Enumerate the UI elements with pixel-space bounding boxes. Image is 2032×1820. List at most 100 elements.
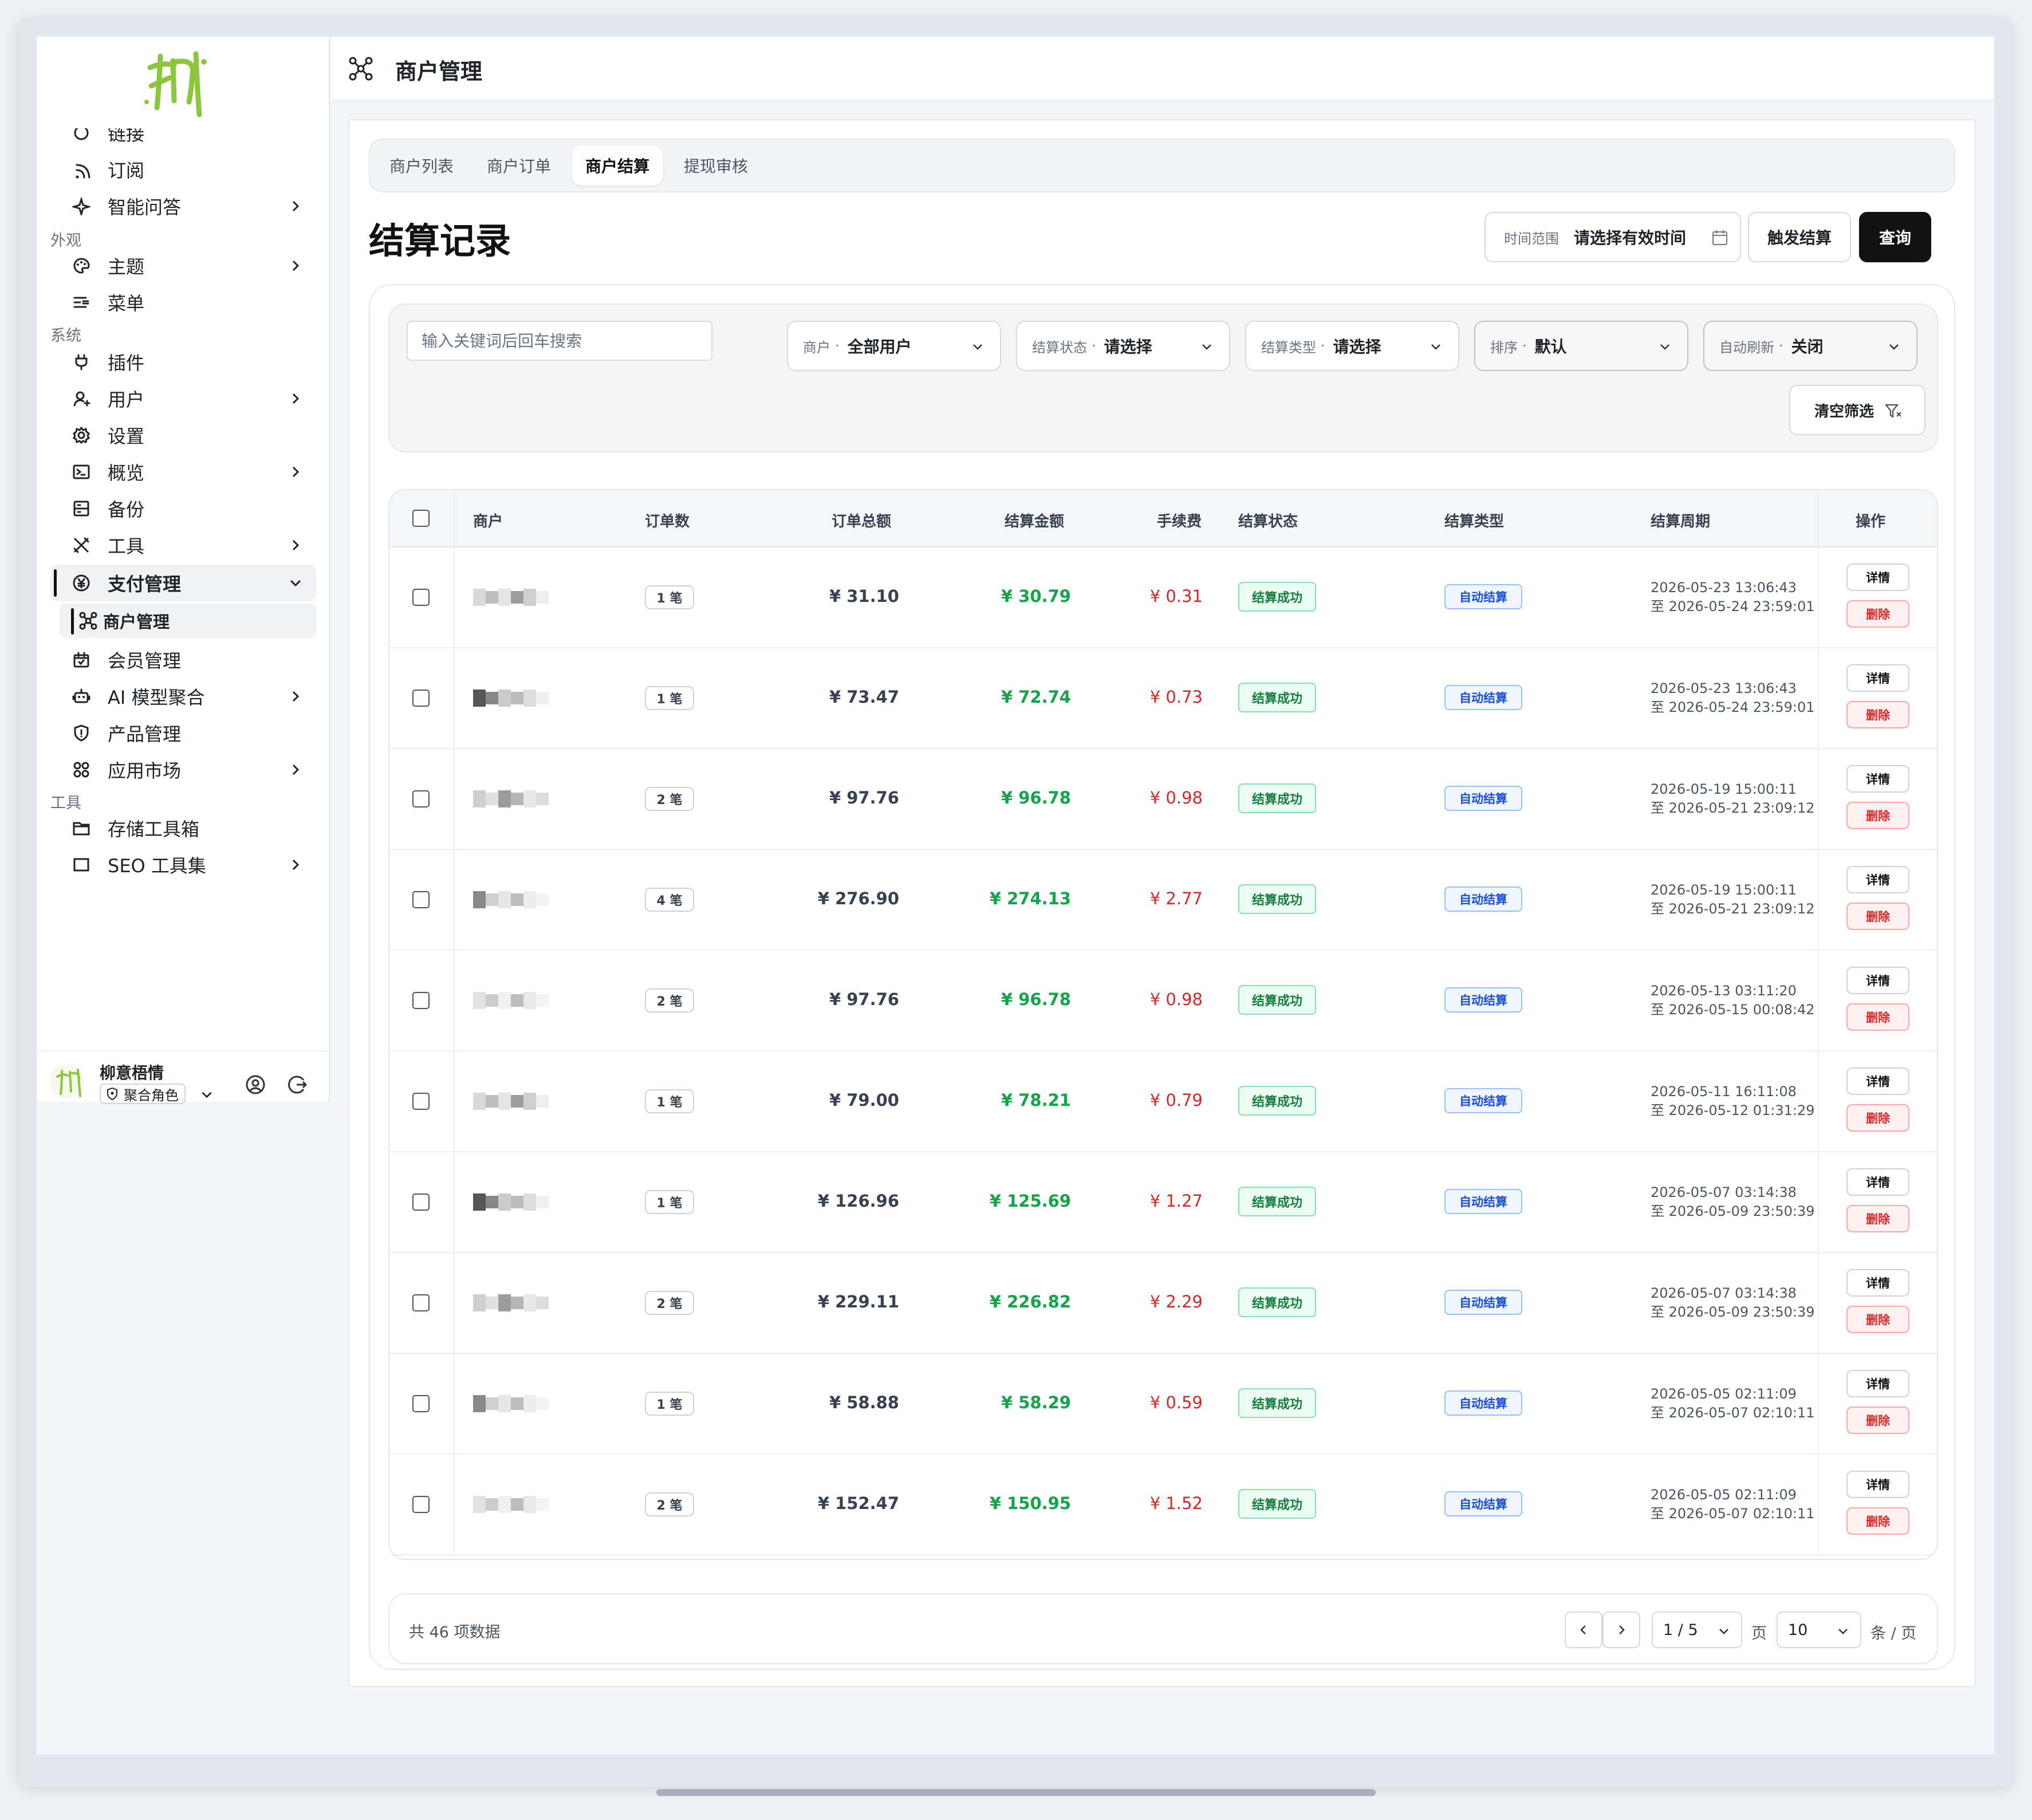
delete-button[interactable]: 删除: [1846, 600, 1909, 628]
delete-button[interactable]: 删除: [1846, 1104, 1909, 1132]
sidebar-item[interactable]: 产品管理: [50, 715, 316, 751]
chevron-down-icon[interactable]: [199, 1087, 214, 1102]
sidebar-item[interactable]: 存储工具箱: [50, 810, 316, 846]
user-circle-icon[interactable]: [244, 1073, 267, 1096]
page-select[interactable]: 1 / 5: [1652, 1612, 1742, 1648]
tab-1[interactable]: 商户订单: [473, 145, 565, 186]
filter-label: 排序: [1490, 339, 1518, 356]
merchant-name-redacted: [473, 589, 549, 606]
column-divider: [454, 951, 455, 1050]
delete-button[interactable]: 删除: [1846, 802, 1909, 829]
content-card: 商户 · 全部用户 结算状态 · 请选择 结算类型 · 请选择 排序 · 默认 …: [369, 284, 1955, 1670]
filter-select-1[interactable]: 结算状态 · 请选择: [1016, 321, 1230, 371]
tab-2[interactable]: 商户结算: [572, 145, 663, 186]
next-page-button[interactable]: [1602, 1612, 1640, 1648]
row-checkbox[interactable]: [412, 1093, 430, 1110]
filter-select-2[interactable]: 结算类型 · 请选择: [1245, 321, 1459, 371]
sidebar-item[interactable]: 插件: [50, 344, 316, 380]
row-checkbox[interactable]: [412, 1193, 430, 1211]
sidebar-item[interactable]: 应用市场: [50, 751, 316, 788]
table-row[interactable]: 2 笔 ¥ 229.11 ¥ 226.82 ¥ 2.29 结算成功 自动结算 2…: [389, 1253, 1937, 1354]
table-row[interactable]: 2 笔 ¥ 97.76 ¥ 96.78 ¥ 0.98 结算成功 自动结算 202…: [389, 951, 1937, 1051]
sidebar-item[interactable]: 用户: [50, 380, 316, 417]
sidebar-subitem[interactable]: 商户管理: [60, 604, 316, 638]
th-fee: 手续费: [1157, 513, 1202, 530]
delete-button[interactable]: 删除: [1846, 1507, 1909, 1535]
detail-button[interactable]: 详情: [1846, 1471, 1909, 1498]
query-button[interactable]: 查询: [1859, 212, 1931, 262]
table-row[interactable]: 1 笔 ¥ 79.00 ¥ 78.21 ¥ 0.79 结算成功 自动结算 202…: [389, 1051, 1937, 1152]
delete-button[interactable]: 删除: [1846, 1407, 1909, 1434]
sidebar-item[interactable]: 备份: [50, 490, 316, 527]
trigger-settlement-button[interactable]: 触发结算: [1748, 212, 1851, 262]
tab-3[interactable]: 提现审核: [670, 145, 762, 186]
row-checkbox[interactable]: [412, 790, 430, 807]
detail-button[interactable]: 详情: [1846, 564, 1909, 591]
detail-button[interactable]: 详情: [1846, 967, 1909, 994]
user-icon: [70, 387, 93, 410]
delete-button[interactable]: 删除: [1846, 1003, 1909, 1031]
filter-select-4[interactable]: 自动刷新 · 关闭: [1703, 321, 1917, 371]
column-divider: [454, 1152, 455, 1252]
sidebar-item[interactable]: AI 模型聚合: [50, 678, 316, 715]
table-row[interactable]: 1 笔 ¥ 31.10 ¥ 30.79 ¥ 0.31 结算成功 自动结算 202…: [389, 547, 1937, 648]
table-row[interactable]: 1 笔 ¥ 58.88 ¥ 58.29 ¥ 0.59 结算成功 自动结算 202…: [389, 1354, 1937, 1455]
sidebar-item[interactable]: 工具: [50, 527, 316, 564]
filter-label: 结算状态: [1032, 339, 1087, 356]
chevron-left-icon: [1580, 1625, 1586, 1634]
logout-icon[interactable]: [286, 1073, 309, 1096]
detail-button[interactable]: 详情: [1846, 1269, 1909, 1297]
row-checkbox[interactable]: [412, 1395, 430, 1412]
sidebar-item[interactable]: 概览: [50, 454, 316, 490]
sidebar-item[interactable]: 会员管理: [50, 641, 316, 678]
row-checkbox[interactable]: [412, 891, 430, 908]
row-checkbox[interactable]: [412, 589, 430, 606]
delete-button[interactable]: 删除: [1846, 1205, 1909, 1232]
delete-button[interactable]: 删除: [1846, 1306, 1909, 1333]
brand-logo[interactable]: [140, 45, 220, 119]
sidebar-item[interactable]: 智能问答: [50, 188, 316, 224]
type-badge: 自动结算: [1444, 1290, 1522, 1315]
detail-button[interactable]: 详情: [1846, 1370, 1909, 1397]
detail-button[interactable]: 详情: [1846, 664, 1909, 692]
table-row[interactable]: 2 笔 ¥ 152.47 ¥ 150.95 ¥ 1.52 结算成功 自动结算 2…: [389, 1455, 1937, 1555]
order-count-pill: 2 笔: [645, 988, 694, 1013]
sidebar-item[interactable]: 设置: [50, 417, 316, 454]
plug-icon: [70, 350, 93, 373]
sidebar-item-seo[interactable]: SEO 工具集: [50, 846, 316, 883]
table-row[interactable]: 1 笔 ¥ 126.96 ¥ 125.69 ¥ 1.27 结算成功 自动结算 2…: [389, 1152, 1937, 1253]
merchant-name-redacted: [473, 992, 549, 1009]
sidebar-item[interactable]: 菜单: [50, 284, 316, 321]
search-input[interactable]: [407, 321, 712, 361]
horizontal-scrollbar[interactable]: [656, 1789, 1376, 1796]
detail-button[interactable]: 详情: [1846, 866, 1909, 893]
sidebar-item-label: 工具: [108, 535, 145, 557]
row-checkbox[interactable]: [412, 992, 430, 1009]
table-row[interactable]: 2 笔 ¥ 97.76 ¥ 96.78 ¥ 0.98 结算成功 自动结算 202…: [389, 749, 1937, 850]
row-checkbox[interactable]: [412, 690, 430, 707]
clear-filters-button[interactable]: 清空筛选: [1789, 385, 1925, 435]
order-count-pill: 1 笔: [645, 1089, 694, 1113]
filter-select-0[interactable]: 商户 · 全部用户: [787, 321, 1001, 371]
row-checkbox[interactable]: [412, 1294, 430, 1311]
sidebar-item[interactable]: 支付管理: [50, 565, 316, 601]
detail-button[interactable]: 详情: [1846, 1168, 1909, 1196]
prev-page-button[interactable]: [1565, 1612, 1602, 1648]
detail-button[interactable]: 详情: [1846, 1067, 1909, 1095]
delete-button[interactable]: 删除: [1846, 701, 1909, 728]
table-row[interactable]: 1 笔 ¥ 73.47 ¥ 72.74 ¥ 0.73 结算成功 自动结算 202…: [389, 648, 1937, 749]
table-row[interactable]: 4 笔 ¥ 276.90 ¥ 274.13 ¥ 2.77 结算成功 自动结算 2…: [389, 850, 1937, 951]
avatar[interactable]: [49, 1064, 85, 1100]
delete-button[interactable]: 删除: [1846, 903, 1909, 930]
row-checkbox[interactable]: [412, 1496, 430, 1513]
page-size-select[interactable]: 10: [1777, 1612, 1861, 1648]
filter-select-3[interactable]: 排序 · 默认: [1474, 321, 1688, 371]
tab-0[interactable]: 商户列表: [376, 145, 467, 186]
detail-button[interactable]: 详情: [1846, 765, 1909, 793]
sidebar-item[interactable]: 订阅: [50, 151, 316, 188]
time-range-picker[interactable]: 时间范围 请选择有效时间: [1484, 212, 1741, 262]
sidebar-item-links[interactable]: 链接: [50, 128, 316, 151]
select-all-checkbox[interactable]: [412, 510, 430, 527]
sidebar-item[interactable]: 主题: [50, 247, 316, 284]
role-badge[interactable]: 聚合角色: [100, 1084, 186, 1104]
